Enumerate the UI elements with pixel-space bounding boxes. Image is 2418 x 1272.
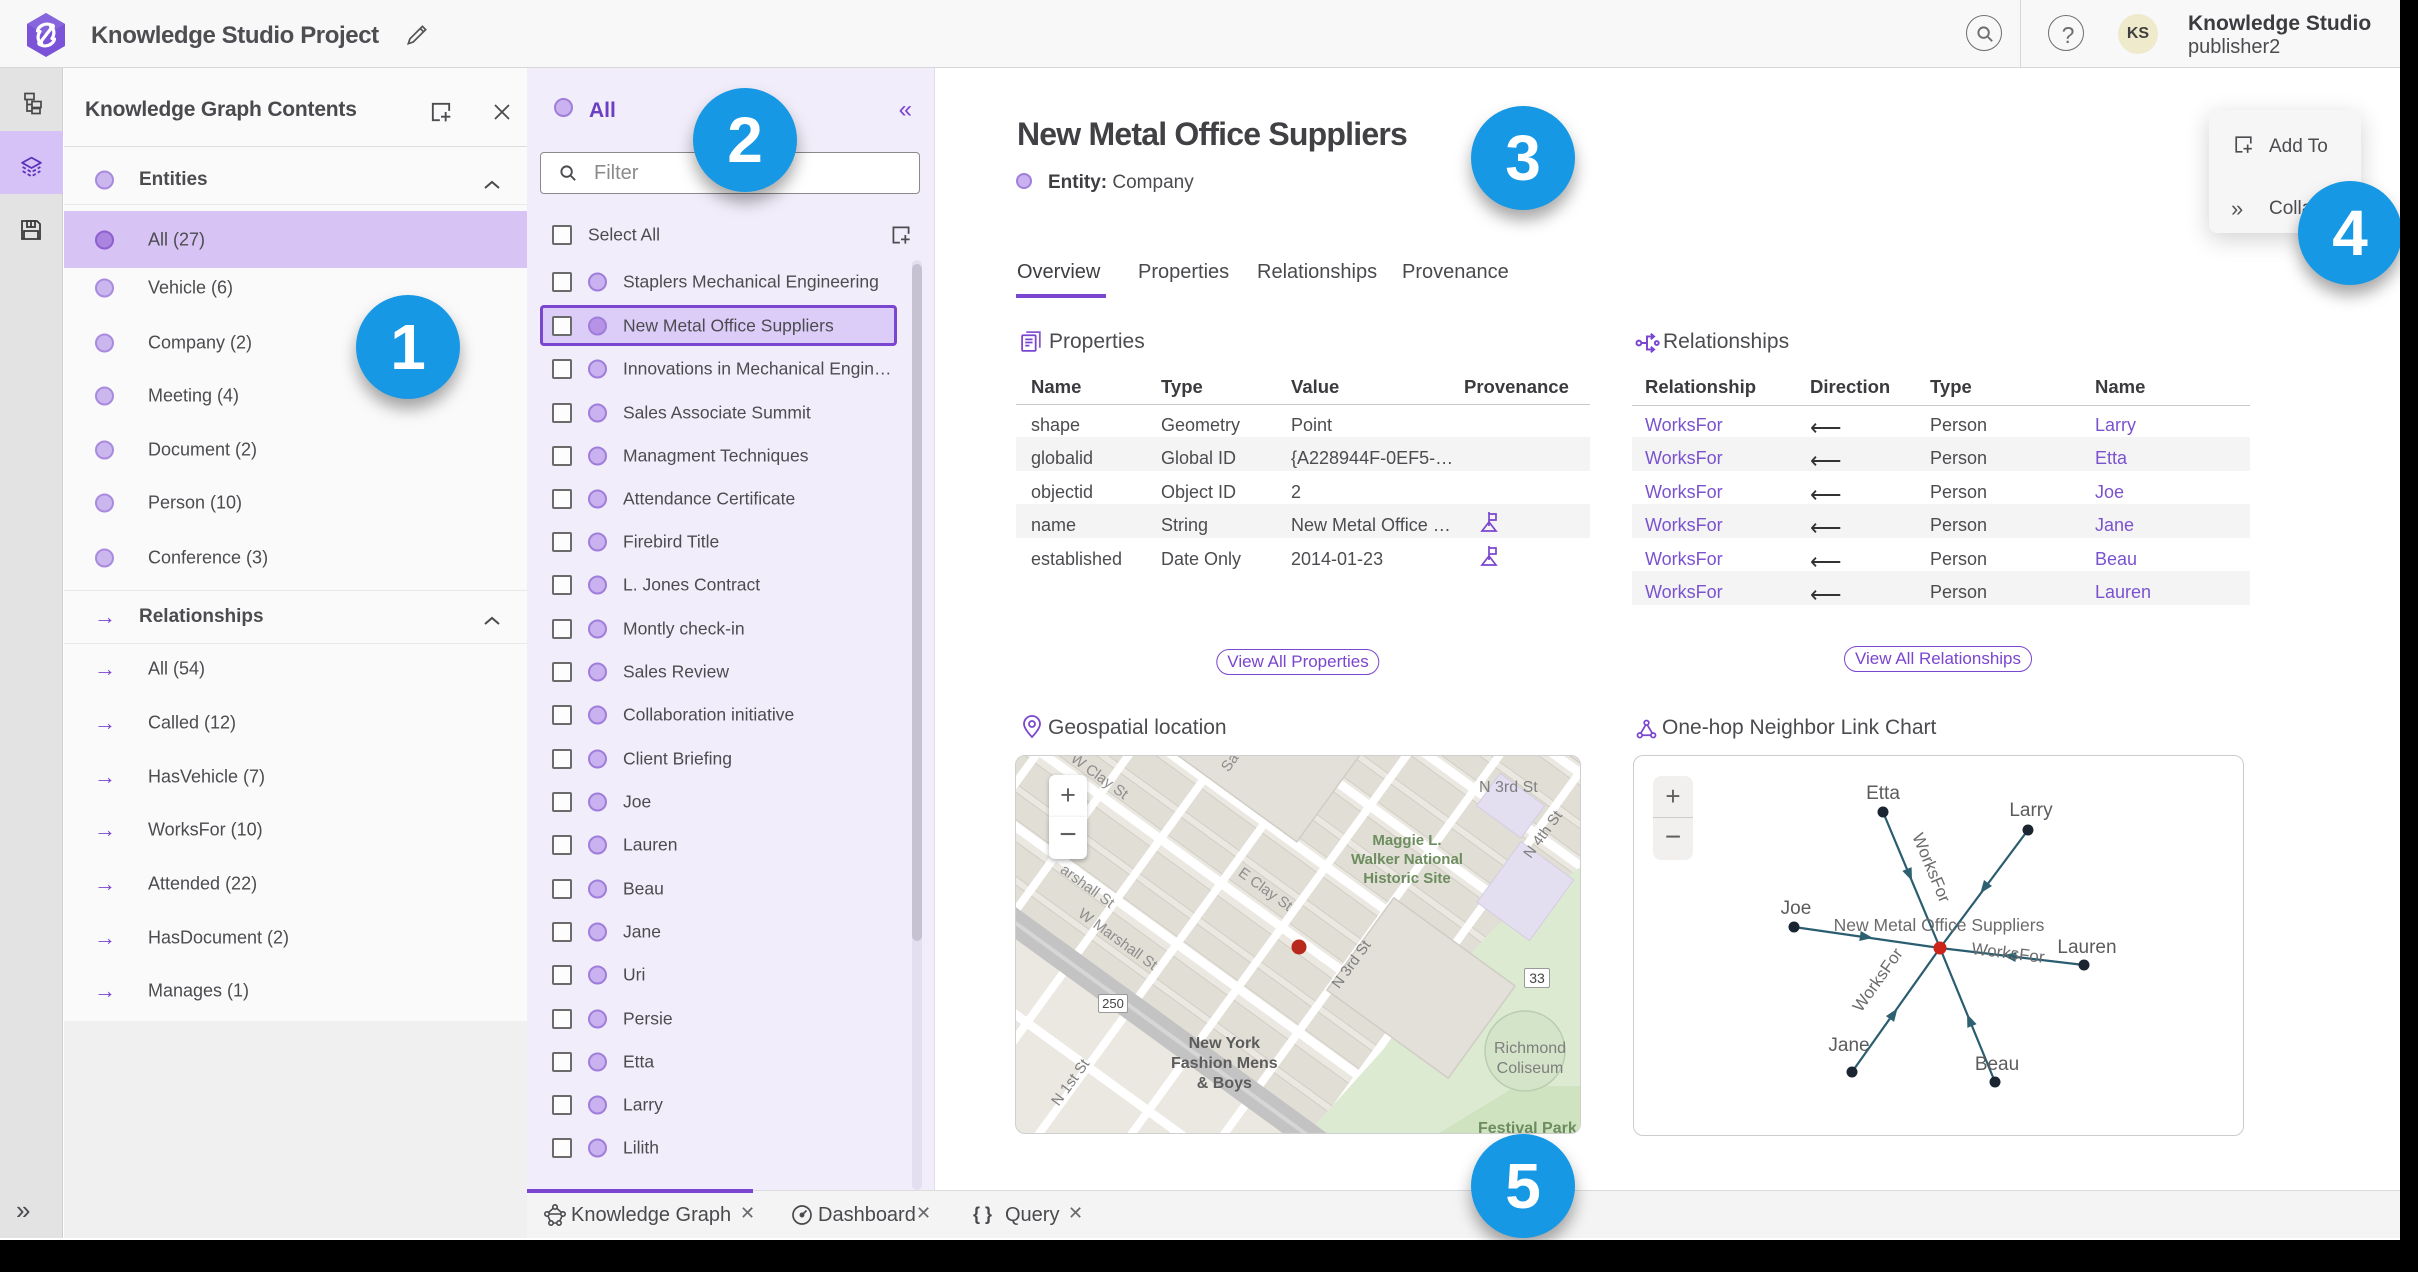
svg-text:WorksFor: WorksFor [1971,939,2046,967]
svg-text:WorksFor: WorksFor [1849,944,1907,1015]
svg-text:Joe: Joe [1781,898,1812,919]
svg-text:Jane: Jane [1828,1035,1869,1056]
svg-text:Lauren: Lauren [2057,937,2116,958]
svg-text:Larry: Larry [2009,800,2053,821]
svg-text:Etta: Etta [1866,783,1900,804]
svg-text:New Metal Office Suppliers: New Metal Office Suppliers [1834,915,2045,935]
svg-text:Beau: Beau [1975,1054,2019,1075]
svg-text:WorksFor: WorksFor [1908,830,1954,905]
